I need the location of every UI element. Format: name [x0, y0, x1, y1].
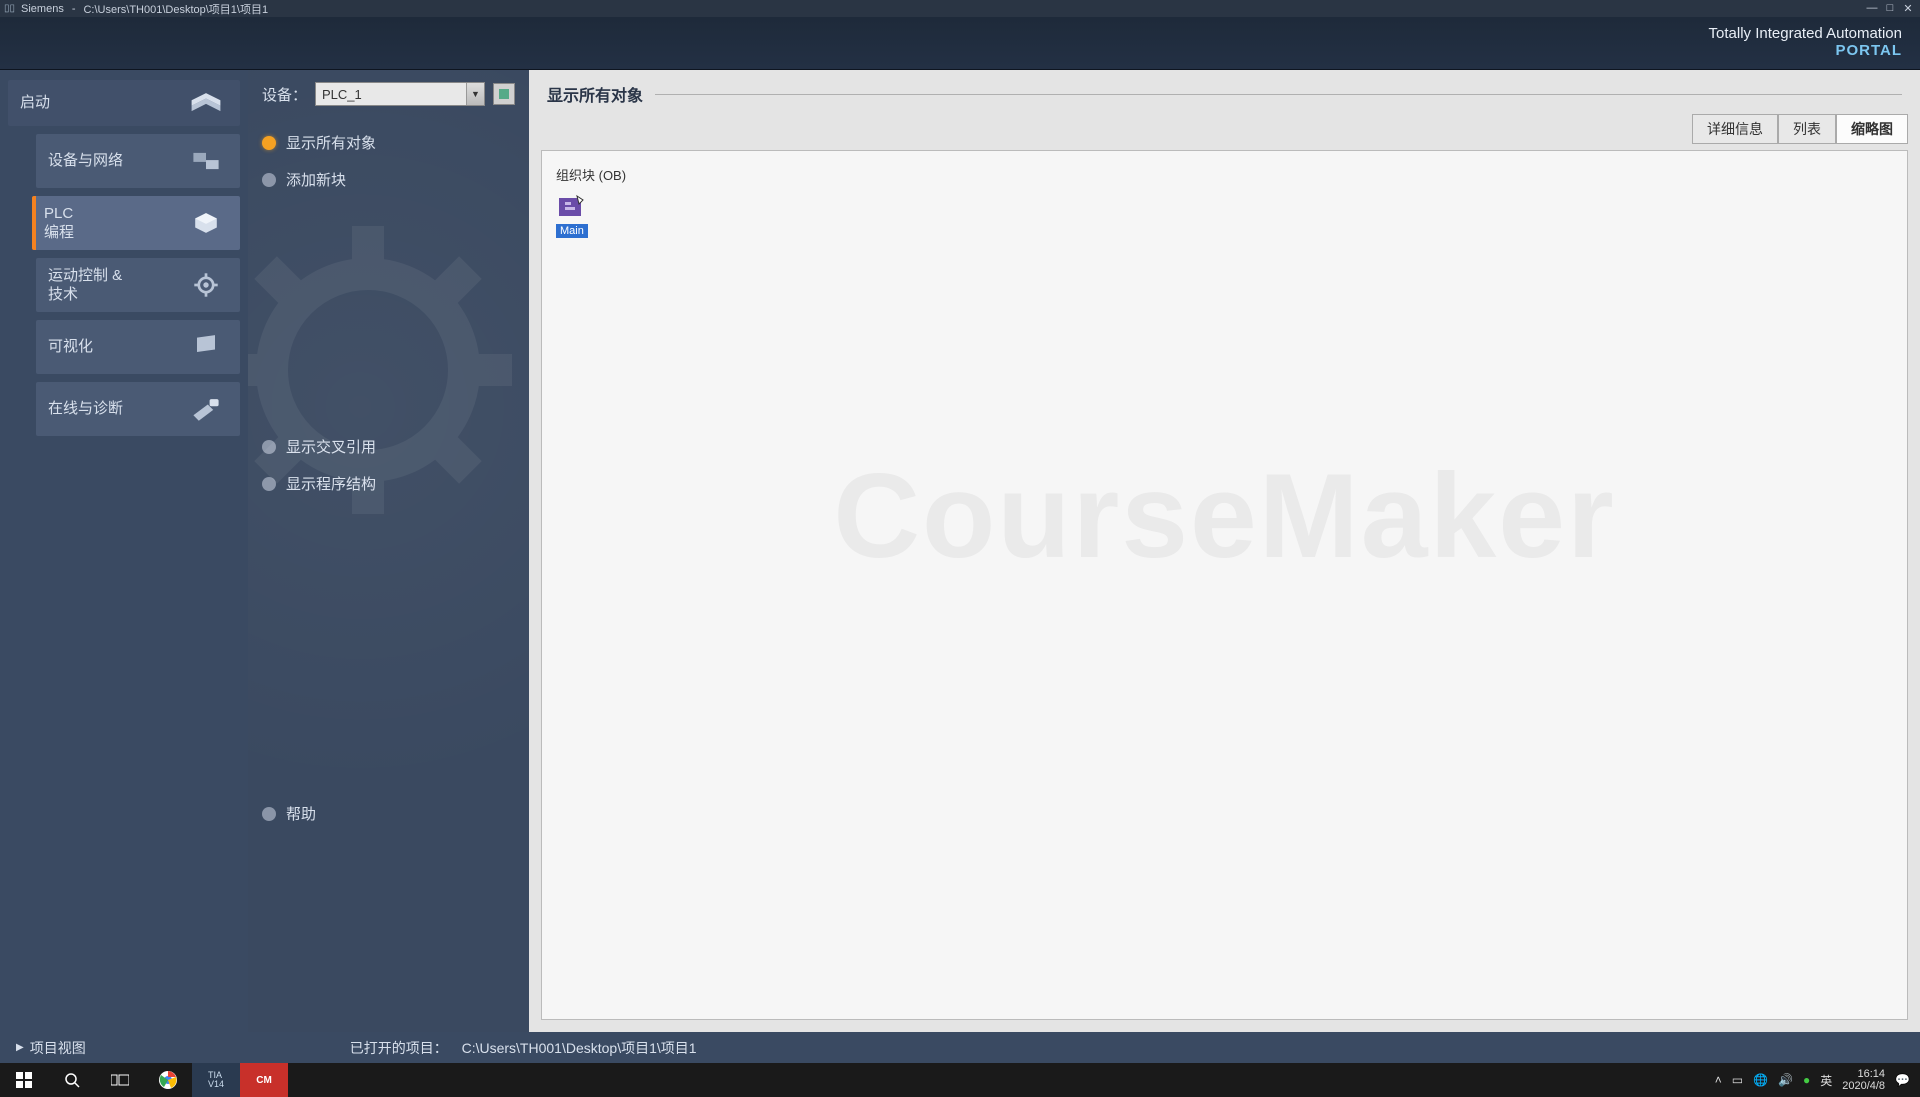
sub-panel: 设备： PLC_1 ▼ 显示所有对象 添加新块 显示交叉引用 — [248, 70, 529, 1032]
tray-volume-icon[interactable]: 🔊 — [1778, 1073, 1793, 1087]
header-divider — [655, 94, 1902, 95]
start-icon — [184, 85, 228, 121]
opened-project-path: C:\Users\TH001\Desktop\项目1\项目1 — [462, 1040, 697, 1056]
start-menu-button[interactable] — [0, 1063, 48, 1097]
tia-icon: TIAV14 — [208, 1071, 224, 1089]
sub-help[interactable]: 帮助 — [262, 795, 515, 832]
windows-icon — [16, 1072, 32, 1088]
triangle-right-icon: ▶ — [16, 1042, 24, 1053]
taskview-icon — [111, 1073, 129, 1087]
view-tabs: 详细信息 列表 缩略图 — [529, 114, 1920, 144]
device-refresh-button[interactable] — [493, 83, 515, 105]
ime-indicator[interactable]: 英 — [1820, 1072, 1832, 1089]
devices-icon — [184, 143, 228, 179]
title-sep: - — [72, 3, 76, 15]
nav-online-diag[interactable]: 在线与诊断 — [36, 382, 240, 436]
window-titlebar: ▯▯ Siemens - C:\Users\TH001\Desktop\项目1\… — [0, 0, 1920, 17]
taskbar-clock[interactable]: 16:14 2020/4/8 — [1842, 1068, 1885, 1092]
nav-devices[interactable]: 设备与网络 — [36, 134, 240, 188]
diagnostics-icon — [184, 391, 228, 427]
block-main[interactable]: Main — [556, 194, 588, 238]
project-path: C:\Users\TH001\Desktop\项目1\项目1 — [83, 1, 268, 17]
refresh-icon — [497, 87, 511, 101]
nav-start[interactable]: 启动 — [8, 80, 240, 126]
minimize-button[interactable]: — — [1864, 2, 1880, 15]
sub-show-all[interactable]: 显示所有对象 — [262, 124, 515, 161]
bullet-icon — [262, 136, 276, 150]
content-body: 组织块 (OB) Main CourseMaker — [541, 150, 1908, 1020]
taskbar-cm[interactable]: CM — [240, 1063, 288, 1097]
app-name: Siemens — [21, 3, 64, 15]
gear-icon — [184, 267, 228, 303]
device-label: 设备： — [262, 84, 307, 105]
windows-taskbar: TIAV14 CM ˄ ▭ 🌐 🔊 ● 英 16:14 2020/4/8 💬 — [0, 1063, 1920, 1097]
taskbar-tia[interactable]: TIAV14 — [192, 1063, 240, 1097]
nav-motion[interactable]: 运动控制 & 技术 — [36, 258, 240, 312]
search-icon — [64, 1072, 80, 1088]
opened-project-label: 已打开的项目： — [350, 1040, 448, 1056]
brand-line2: PORTAL — [1709, 42, 1902, 59]
screen-icon — [184, 329, 228, 365]
group-label-ob: 组织块 (OB) — [556, 165, 1893, 184]
tab-thumbnail[interactable]: 缩略图 — [1836, 114, 1908, 144]
content-title: 显示所有对象 — [547, 82, 643, 106]
content-area: 显示所有对象 详细信息 列表 缩略图 组织块 (OB) Main CourseM… — [529, 70, 1920, 1032]
chevron-down-icon: ▼ — [466, 83, 484, 105]
branding-band: Totally Integrated Automation PORTAL — [0, 17, 1920, 70]
maximize-button[interactable]: □ — [1882, 2, 1898, 15]
taskbar-chrome[interactable] — [144, 1063, 192, 1097]
tray-app-icon[interactable]: ● — [1803, 1073, 1810, 1087]
close-button[interactable]: ✕ — [1900, 2, 1916, 15]
search-button[interactable] — [48, 1063, 96, 1097]
nav-visualization[interactable]: 可视化 — [36, 320, 240, 374]
tray-chevron-icon[interactable]: ˄ — [1715, 1073, 1722, 1087]
plc-icon — [184, 205, 228, 241]
bullet-icon — [262, 173, 276, 187]
cm-icon: CM — [256, 1075, 272, 1086]
tab-detail[interactable]: 详细信息 — [1692, 114, 1778, 144]
tray-network-icon[interactable]: 🌐 — [1753, 1073, 1768, 1087]
ob-block-icon — [557, 194, 587, 220]
task-view-button[interactable] — [96, 1063, 144, 1097]
block-name-label: Main — [556, 224, 588, 238]
notification-button[interactable]: 💬 — [1895, 1073, 1910, 1087]
watermark: CourseMaker — [833, 447, 1615, 585]
project-view-button[interactable]: ▶ 项目视图 — [16, 1038, 86, 1058]
status-bar: ▶ 项目视图 已打开的项目： C:\Users\TH001\Desktop\项目… — [0, 1032, 1920, 1063]
gear-bg-icon — [248, 210, 528, 530]
tray-battery-icon[interactable]: ▭ — [1732, 1073, 1743, 1087]
left-nav: 启动 设备与网络 PLC 编程 运动控制 & 技术 可视化 — [0, 70, 248, 1032]
sub-add-block[interactable]: 添加新块 — [262, 161, 515, 198]
siemens-logo-icon: ▯▯ — [4, 3, 15, 14]
nav-plc-programming[interactable]: PLC 编程 — [32, 196, 240, 250]
device-select[interactable]: PLC_1 ▼ — [315, 82, 485, 106]
chrome-icon — [158, 1070, 178, 1090]
tab-list[interactable]: 列表 — [1778, 114, 1836, 144]
bullet-icon — [262, 807, 276, 821]
brand-line1: Totally Integrated Automation — [1709, 25, 1902, 42]
